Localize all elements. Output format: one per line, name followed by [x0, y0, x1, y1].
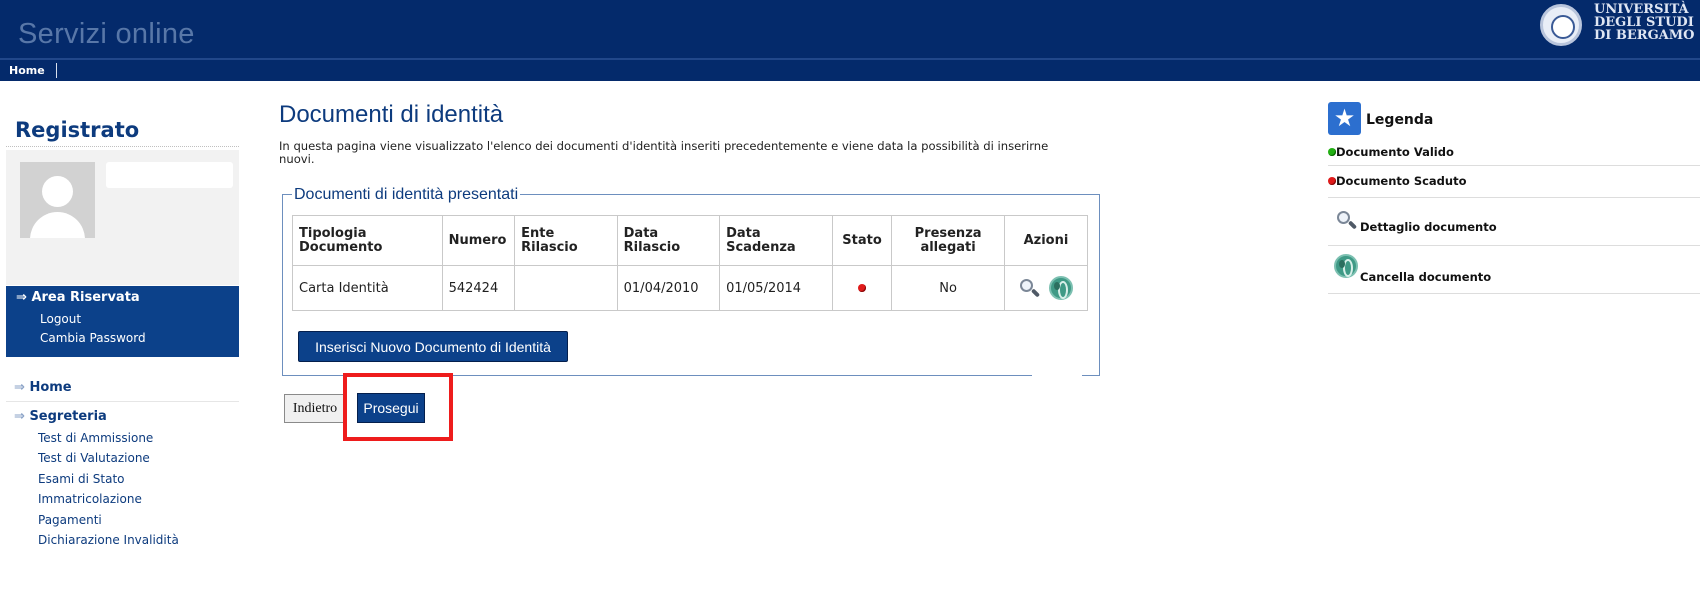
reserved-area-title[interactable]: ⇒ Area Riservata [16, 290, 140, 305]
sidebar-title: Registrato [15, 118, 140, 142]
app-header: Servizi online UNIVERSITÀ DEGLI STUDI DI… [0, 0, 1700, 62]
globe-icon[interactable] [1049, 276, 1074, 300]
column-header-tipologia: Tipologia Documento [292, 215, 443, 266]
cell-data-rilascio: 01/04/2010 [616, 265, 721, 311]
column-header-azioni: Azioni [1003, 215, 1089, 266]
sidebar-item-label: Segreteria [29, 409, 107, 424]
sidebar-item-segreteria[interactable]: ⇒ Segreteria [14, 409, 107, 424]
cell-tipologia: Carta Identità [292, 265, 443, 311]
documents-table: Tipologia Documento Numero Ente Rilascio… [292, 215, 1089, 311]
page-description: In questa pagina viene visualizzato l'el… [279, 139, 1049, 166]
cell-ente [514, 265, 618, 311]
sidebar-item-immatricolazione[interactable]: Immatricolazione [38, 492, 142, 506]
legend-label-detail: Dettaglio documento [1360, 220, 1497, 234]
top-nav-bar: Home [0, 60, 1700, 81]
fieldset-border-gap [1032, 370, 1082, 378]
legend-label-valid: Documento Valido [1336, 145, 1454, 159]
university-seal-logo [1540, 4, 1582, 46]
avatar-head-shape [42, 176, 73, 207]
legend-item-expired: Documento Scaduto [1328, 166, 1700, 198]
cell-stato [831, 265, 893, 311]
cell-azioni [1003, 265, 1089, 311]
sidebar-item-home[interactable]: ⇒ Home [14, 380, 72, 395]
avatar [20, 162, 95, 238]
nav-home-link[interactable]: Home [9, 64, 45, 77]
app-title: Servizi online [18, 18, 195, 50]
page-title: Documenti di identità [279, 101, 504, 128]
status-expired-icon [1328, 177, 1336, 185]
legend-item-detail: Dettaglio documento [1328, 198, 1700, 246]
add-new-document-button[interactable]: Inserisci Nuovo Documento di Identità [298, 331, 568, 362]
sidebar-item-dichiarazione-invalidita[interactable]: Dichiarazione Invalidità [38, 533, 179, 547]
back-button[interactable]: Indietro [284, 394, 346, 423]
user-name-redacted [106, 162, 233, 188]
status-expired-icon [858, 283, 867, 292]
globe-icon [1334, 254, 1358, 278]
university-logo-text: UNIVERSITÀ DEGLI STUDI DI BERGAMO [1594, 2, 1695, 43]
legend-title: Legenda [1366, 112, 1434, 128]
reserved-area-menu: ⇒ Area Riservata Logout Cambia Password [6, 286, 239, 357]
sidebar-item-label: Home [29, 380, 72, 395]
legend-item-delete: Cancella documento [1328, 246, 1700, 294]
magnifier-icon [1336, 210, 1358, 230]
reserved-area-label: Area Riservata [31, 290, 140, 305]
sidebar-item-test-valutazione[interactable]: Test di Valutazione [38, 451, 150, 465]
legend-item-valid: Documento Valido [1328, 138, 1700, 166]
star-icon: ★ [1328, 102, 1361, 135]
sidebar-item-pagamenti[interactable]: Pagamenti [38, 513, 102, 527]
table-row: Carta Identità 542424 01/04/2010 01/05/2… [292, 265, 1089, 311]
arrow-right-icon: ⇒ [14, 409, 25, 424]
cell-numero: 542424 [441, 265, 516, 311]
table-header-row: Tipologia Documento Numero Ente Rilascio… [292, 215, 1089, 266]
column-header-ente: Ente Rilascio [514, 215, 618, 266]
nav-separator [56, 63, 57, 78]
cell-allegati: No [891, 265, 1005, 311]
magnifier-icon[interactable] [1019, 278, 1041, 298]
legend-label-delete: Cancella documento [1360, 270, 1492, 284]
highlight-box [343, 373, 453, 441]
sidebar-divider [6, 146, 239, 147]
sidebar-divider [6, 401, 239, 402]
column-header-allegati: Presenza allegati [891, 215, 1005, 266]
arrow-right-icon: ⇒ [14, 380, 25, 395]
sidebar-item-esami-stato[interactable]: Esami di Stato [38, 472, 125, 486]
column-header-numero: Numero [441, 215, 516, 266]
change-password-link[interactable]: Cambia Password [40, 331, 146, 345]
logout-link[interactable]: Logout [40, 312, 81, 326]
user-profile-box [6, 150, 239, 285]
fieldset-legend: Documenti di identità presentati [292, 186, 521, 204]
status-valid-icon [1328, 148, 1336, 156]
column-header-data-rilascio: Data Rilascio [616, 215, 721, 266]
arrow-right-icon: ⇒ [16, 290, 27, 305]
legend-label-expired: Documento Scaduto [1336, 174, 1467, 188]
avatar-body-shape [30, 212, 85, 238]
sidebar-item-test-ammissione[interactable]: Test di Ammissione [38, 431, 153, 445]
column-header-stato: Stato [831, 215, 893, 266]
cell-data-scadenza: 01/05/2014 [719, 265, 833, 311]
column-header-data-scadenza: Data Scadenza [719, 215, 833, 266]
